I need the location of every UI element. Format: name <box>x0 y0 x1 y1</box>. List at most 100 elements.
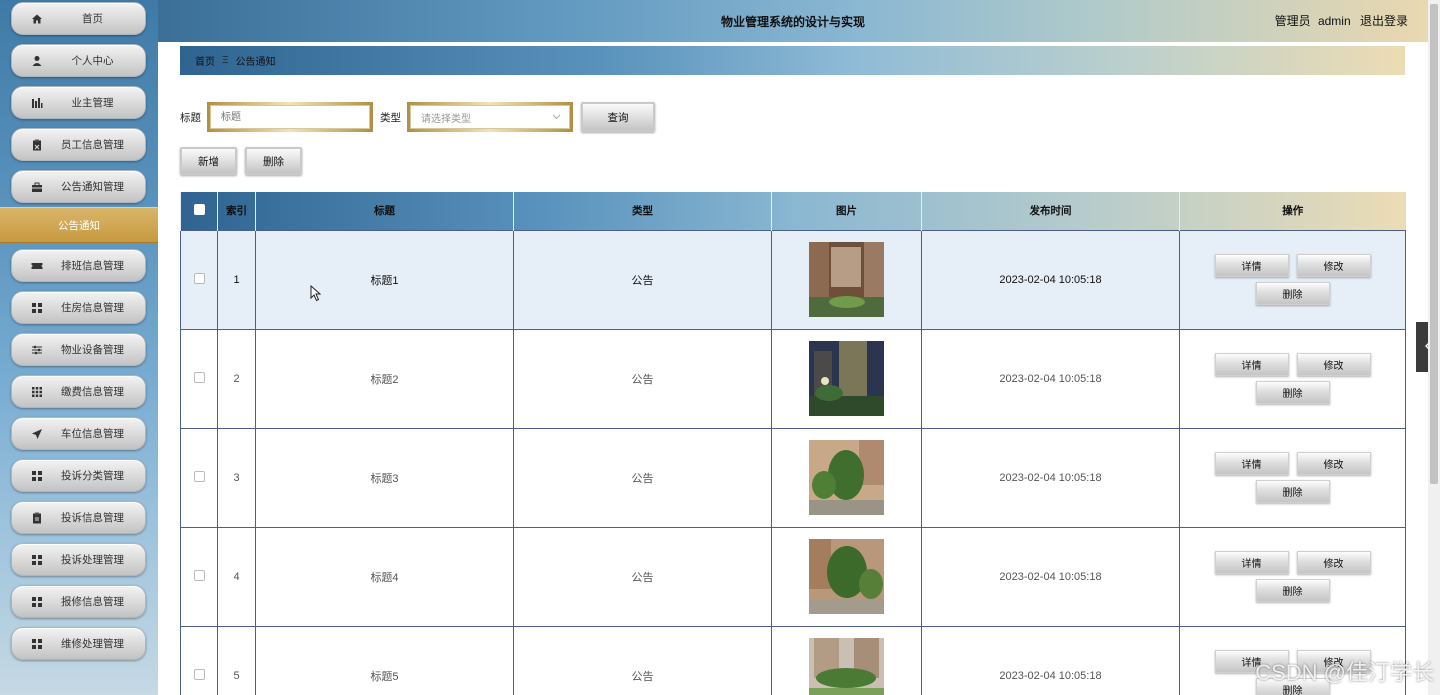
sliders-icon <box>30 343 44 357</box>
time-cell: 2023-02-04 10:05:18 <box>921 526 1180 627</box>
sidebar-item-label: 车位信息管理 <box>61 428 124 440</box>
grid-dots-icon <box>30 385 44 399</box>
row-checkbox[interactable] <box>193 569 205 581</box>
operations-cell: 详情 修改 删除 <box>1179 328 1406 429</box>
sidebar-item-equipment[interactable]: 物业设备管理 <box>11 333 146 366</box>
title-cell: 标题1 <box>255 229 514 330</box>
clipboard-icon <box>30 511 44 525</box>
sidebar-item-owners[interactable]: 业主管理 <box>11 86 146 119</box>
index-cell: 2 <box>217 328 256 429</box>
table-row: 5 标题5 公告 2023-02-04 10:05:18 详情 修改 删除 <box>180 625 1406 695</box>
sidebar-item-label: 员工信息管理 <box>61 139 124 151</box>
index-cell: 4 <box>217 526 256 627</box>
sidebar-item-home[interactable]: 首页 <box>11 2 146 35</box>
type-cell: 公告 <box>513 328 772 429</box>
type-filter-label: 类型 <box>380 111 401 124</box>
edit-button[interactable]: 修改 <box>1296 254 1371 277</box>
logout-link[interactable]: 退出登录 <box>1360 14 1408 28</box>
home-icon <box>30 12 44 26</box>
grid-icon <box>30 301 44 315</box>
sidebar-item-label: 物业设备管理 <box>61 344 124 356</box>
grid-icon <box>30 637 44 651</box>
edit-button[interactable]: 修改 <box>1296 551 1371 574</box>
sidebar-item-notices[interactable]: 公告通知管理 <box>11 170 146 203</box>
chart-icon <box>30 96 44 110</box>
title-cell: 标题2 <box>255 328 514 429</box>
row-checkbox[interactable] <box>193 668 205 680</box>
detail-button[interactable]: 详情 <box>1214 353 1289 376</box>
title-cell: 标题4 <box>255 526 514 627</box>
mouse-cursor-icon <box>310 285 322 302</box>
checkbox-cell <box>180 427 218 528</box>
sidebar-item-housing[interactable]: 住房信息管理 <box>11 291 146 324</box>
operations-cell: 详情 修改 删除 <box>1179 229 1406 330</box>
top-header: 物业管理系统的设计与实现 管理员 admin 退出登录 <box>158 0 1428 42</box>
user-icon <box>30 54 44 68</box>
page-scrollbar[interactable] <box>1428 0 1440 695</box>
user-role: 管理员 <box>1274 14 1311 28</box>
column-header: 索引 <box>217 192 256 230</box>
scrollbar-thumb[interactable] <box>1430 4 1438 484</box>
sidebar-subitem-notice[interactable]: 公告通知 <box>0 207 158 243</box>
time-cell: 2023-02-04 10:05:18 <box>921 625 1180 695</box>
row-delete-button[interactable]: 删除 <box>1255 381 1330 404</box>
select-all-checkbox[interactable] <box>193 203 205 215</box>
delete-button[interactable]: 删除 <box>245 147 302 175</box>
operations-cell: 详情 修改 删除 <box>1179 427 1406 528</box>
row-delete-button[interactable]: 删除 <box>1255 480 1330 503</box>
sidebar-item-label: 投诉分类管理 <box>61 470 124 482</box>
sidebar-item-repairs[interactable]: 报修信息管理 <box>11 585 146 618</box>
image-cell <box>771 625 922 695</box>
detail-button[interactable]: 详情 <box>1214 452 1289 475</box>
title-cell: 标题5 <box>255 625 514 695</box>
detail-button[interactable]: 详情 <box>1214 551 1289 574</box>
type-cell: 公告 <box>513 625 772 695</box>
type-select-placeholder: 请选择类型 <box>421 113 471 125</box>
column-header: 类型 <box>513 192 772 230</box>
notice-image <box>809 242 884 317</box>
sidebar-item-label: 住房信息管理 <box>61 302 124 314</box>
row-checkbox[interactable] <box>193 272 205 284</box>
detail-button[interactable]: 详情 <box>1214 254 1289 277</box>
breadcrumb-current: 公告通知 <box>235 57 276 68</box>
grid-icon <box>30 553 44 567</box>
time-cell: 2023-02-04 10:05:18 <box>921 229 1180 330</box>
row-checkbox[interactable] <box>193 371 205 383</box>
sidebar-item-schedule[interactable]: 排班信息管理 <box>11 249 146 282</box>
notice-image <box>809 539 884 614</box>
sidebar-item-parking[interactable]: 车位信息管理 <box>11 417 146 450</box>
edit-button[interactable]: 修改 <box>1296 452 1371 475</box>
sidebar-item-label: 排班信息管理 <box>61 260 124 272</box>
sidebar-item-label: 个人中心 <box>71 55 114 67</box>
edit-button[interactable]: 修改 <box>1296 353 1371 376</box>
sidebar-item-payments[interactable]: 缴费信息管理 <box>11 375 146 408</box>
column-header: 操作 <box>1179 192 1406 230</box>
clipboard-icon <box>30 138 44 152</box>
sidebar: 首页 个人中心 业主管理 员工信息管理 公告通知管理 公告通知 排班信息管理 住… <box>0 0 158 695</box>
index-cell: 1 <box>217 229 256 330</box>
sidebar-item-complaint-handling[interactable]: 投诉处理管理 <box>11 543 146 576</box>
type-select-frame: 请选择类型 <box>407 102 573 132</box>
title-search-input[interactable] <box>210 105 370 129</box>
grid-icon <box>30 595 44 609</box>
row-delete-button[interactable]: 删除 <box>1255 282 1330 305</box>
image-cell <box>771 427 922 528</box>
notice-image <box>809 638 884 695</box>
user-area: 管理员 admin 退出登录 <box>1271 12 1408 29</box>
select-all-cell <box>180 192 218 230</box>
row-checkbox[interactable] <box>193 470 205 482</box>
sidebar-item-profile[interactable]: 个人中心 <box>11 44 146 77</box>
sidebar-item-complaint-types[interactable]: 投诉分类管理 <box>11 459 146 492</box>
sidebar-item-staff[interactable]: 员工信息管理 <box>11 128 146 161</box>
sidebar-item-maintenance[interactable]: 维修处理管理 <box>11 627 146 660</box>
add-button[interactable]: 新增 <box>180 147 237 175</box>
row-delete-button[interactable]: 删除 <box>1255 579 1330 602</box>
breadcrumb-home[interactable]: 首页 <box>195 53 215 68</box>
type-select[interactable]: 请选择类型 <box>410 105 570 129</box>
ticket-icon <box>30 259 44 273</box>
checkbox-cell <box>180 526 218 627</box>
table-row: 2 标题2 公告 2023-02-04 10:05:18 详情 修改 删除 <box>180 328 1406 429</box>
query-button[interactable]: 查询 <box>581 102 655 132</box>
time-cell: 2023-02-04 10:05:18 <box>921 328 1180 429</box>
sidebar-item-complaints[interactable]: 投诉信息管理 <box>11 501 146 534</box>
